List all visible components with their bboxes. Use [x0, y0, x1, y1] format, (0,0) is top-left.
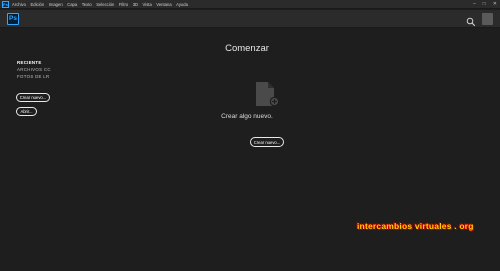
- menu-vista[interactable]: Vista: [143, 0, 152, 9]
- watermark-text: intercambios virtuales . org: [357, 221, 474, 231]
- menu-ayuda[interactable]: Ayuda: [176, 0, 188, 9]
- new-document-icon: [256, 82, 280, 107]
- page-title: Comenzar: [225, 43, 269, 54]
- close-icon[interactable]: ✕: [493, 0, 497, 9]
- menu-filtro[interactable]: Filtro: [119, 0, 128, 9]
- menu-capa[interactable]: Capa: [67, 0, 77, 9]
- menu-seleccion[interactable]: Selección: [96, 0, 114, 9]
- app-mini-icon: Ps: [2, 0, 9, 8]
- maximize-icon[interactable]: □: [483, 0, 486, 9]
- menu-edicion[interactable]: Edición: [30, 0, 44, 9]
- search-icon: [466, 17, 476, 27]
- menu-3d[interactable]: 3D: [133, 0, 138, 9]
- app-header: Ps: [0, 10, 500, 28]
- menu-imagen[interactable]: Imagen: [49, 0, 63, 9]
- window-controls: – □ ✕: [466, 0, 497, 9]
- menu-archivo[interactable]: Archivo: [12, 0, 26, 9]
- minimize-icon[interactable]: –: [473, 0, 476, 9]
- account-button[interactable]: [482, 13, 493, 25]
- photoshop-logo: Ps: [7, 13, 19, 25]
- menu-texto[interactable]: Texto: [82, 0, 92, 9]
- sidebar-item-cc-files[interactable]: ARCHIVOS CC: [17, 67, 51, 73]
- sidebar-item-lr-photos[interactable]: FOTOS DE LR: [17, 74, 50, 80]
- menu-ventana[interactable]: Ventana: [156, 0, 171, 9]
- sidebar-item-recent[interactable]: RECIENTE: [17, 60, 42, 66]
- page-subtitle: Crear algo nuevo.: [221, 113, 273, 120]
- menu-bar: Ps Archivo Edición Imagen Capa Texto Sel…: [0, 0, 500, 9]
- search-button[interactable]: [466, 14, 476, 27]
- sidebar-new-button[interactable]: Crear nuevo...: [16, 93, 50, 102]
- create-new-button[interactable]: Crear nuevo...: [250, 137, 284, 147]
- sidebar-open-button[interactable]: Abrir...: [16, 107, 37, 116]
